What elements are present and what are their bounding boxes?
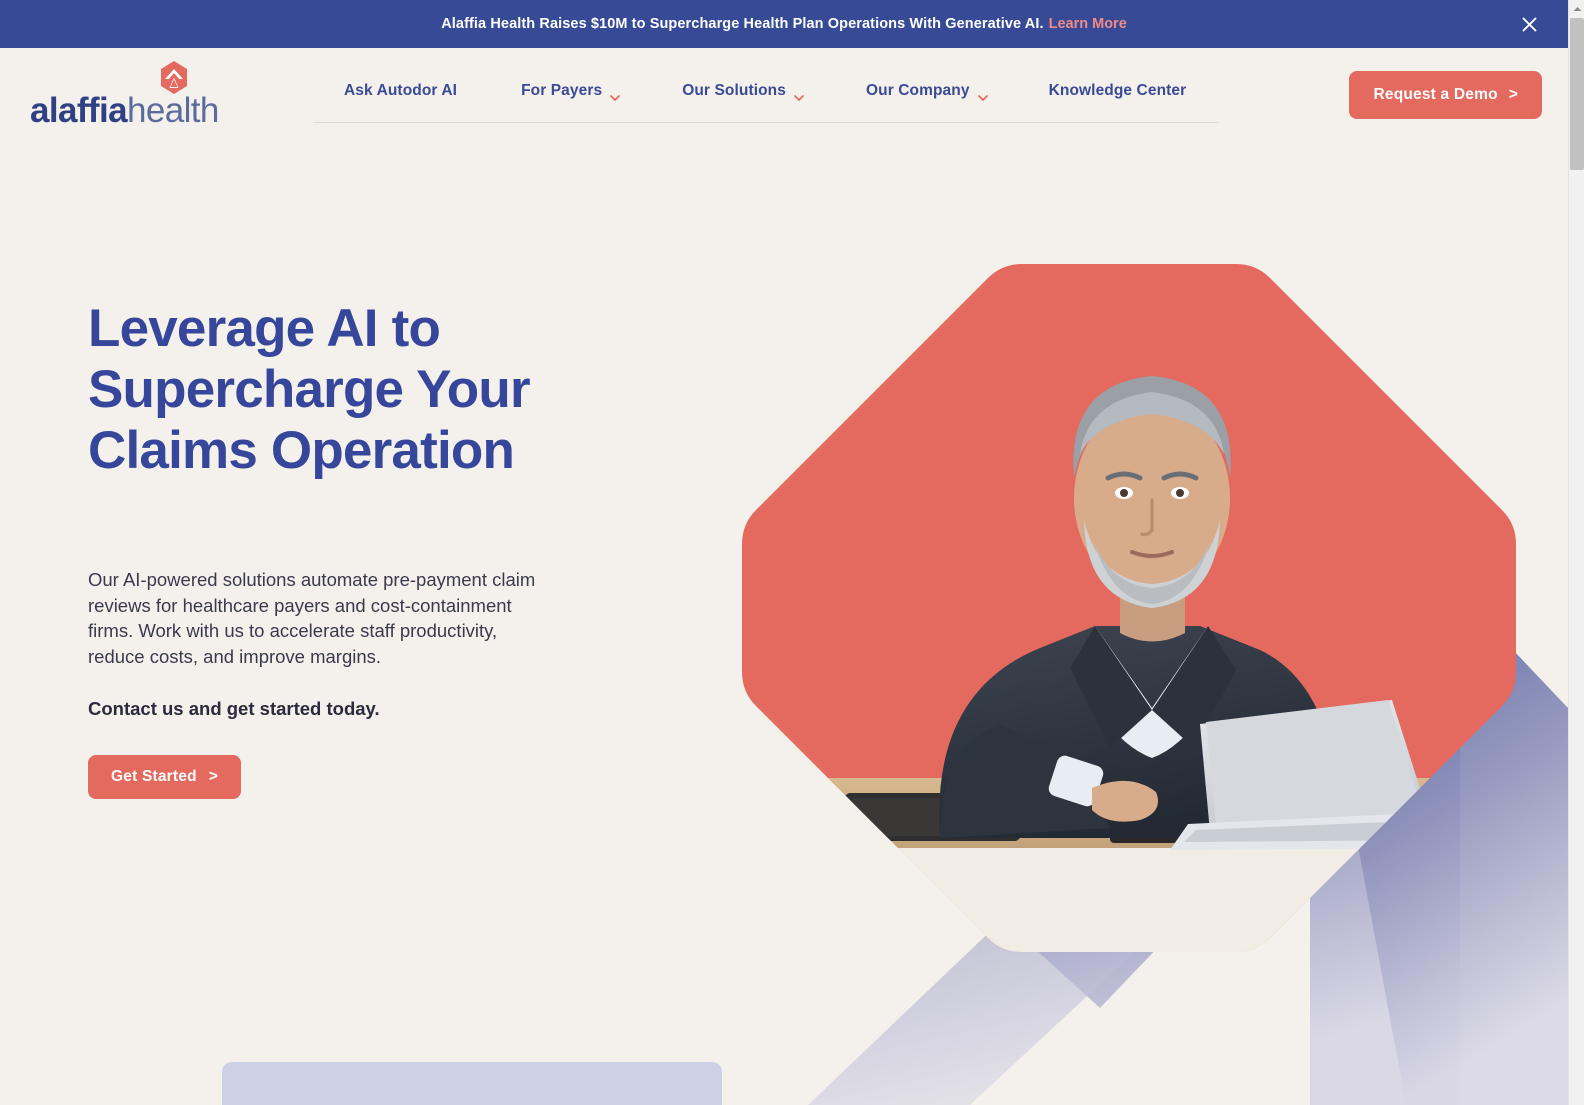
nav-label: For Payers <box>521 82 603 99</box>
get-started-label: Get Started <box>111 767 197 785</box>
nav-item-our-solutions[interactable]: Our Solutions <box>682 82 804 102</box>
nav-label: Our Solutions <box>682 82 786 99</box>
announcement-learn-more-link[interactable]: Learn More <box>1049 16 1127 32</box>
announcement-banner: Alaffia Health Raises $10M to Supercharg… <box>0 0 1568 48</box>
page-title: Leverage AI to Supercharge Your Claims O… <box>88 299 531 480</box>
nav-item-for-payers[interactable]: For Payers <box>521 82 621 102</box>
arrow-right-icon: > <box>208 767 219 785</box>
next-section-card <box>222 1062 722 1105</box>
scroll-thumb[interactable] <box>1570 18 1584 170</box>
hero-subheading: Contact us and get started today. <box>88 698 380 720</box>
main-navigation: Ask Autodor AI For Payers Our Solutions … <box>313 82 1219 123</box>
nav-item-knowledge-center[interactable]: Knowledge Center <box>1049 82 1187 100</box>
chevron-down-icon <box>610 88 621 102</box>
nav-label: Our Company <box>865 82 970 99</box>
nav-item-our-company[interactable]: Our Company <box>865 82 988 102</box>
hero-copy: Leverage AI to Supercharge Your Claims O… <box>88 298 558 799</box>
request-a-demo-label: Request a Demo <box>1373 86 1498 103</box>
arrow-right-icon: > <box>1508 86 1518 103</box>
request-a-demo-button[interactable]: Request a Demo > <box>1349 71 1542 119</box>
announcement-text: Alaffia Health Raises $10M to Supercharg… <box>441 16 1044 32</box>
scroll-up-arrow-icon[interactable] <box>1569 0 1584 17</box>
nav-item-ask-autodor-ai[interactable]: Ask Autodor AI <box>344 82 457 100</box>
chevron-down-icon <box>794 88 804 102</box>
logo-link[interactable]: alaffiahealth <box>30 60 230 130</box>
logo-wordmark: alaffiahealth <box>30 92 219 130</box>
nav-label: Knowledge Center <box>1048 82 1187 99</box>
logo-text-bold: alaffia <box>30 91 128 130</box>
nav-label: Ask Autodor AI <box>344 82 458 99</box>
close-icon[interactable] <box>1516 11 1542 37</box>
announcement-text-wrap: Alaffia Health Raises $10M to Supercharg… <box>441 15 1127 33</box>
hero-section: Leverage AI to Supercharge Your Claims O… <box>0 148 1568 1105</box>
get-started-button[interactable]: Get Started > <box>88 754 242 799</box>
hero-artwork <box>640 148 1568 1105</box>
page-scrollbar[interactable] <box>1568 0 1584 1105</box>
logo-text-light: health <box>126 91 219 130</box>
hero-paragraph: Our AI-powered solutions automate pre-pa… <box>88 569 536 667</box>
chevron-down-icon <box>977 88 988 102</box>
site-header: alaffiahealth Ask Autodor AI For Payers … <box>0 48 1568 148</box>
